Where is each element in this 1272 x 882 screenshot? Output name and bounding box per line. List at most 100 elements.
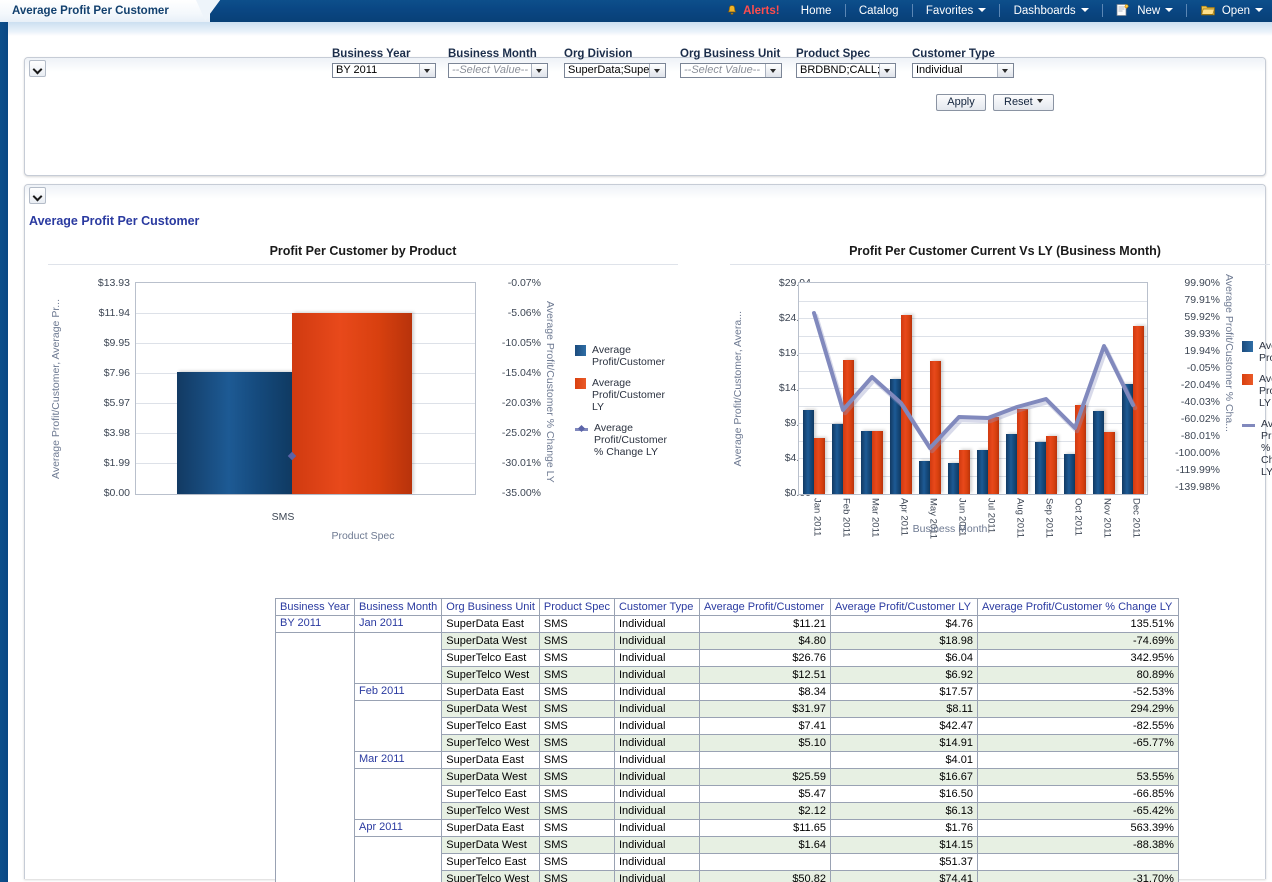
cell-average-profit-customer-ly: $14.91 — [830, 735, 977, 752]
prompt-org-division-value: SuperData;Super — [568, 64, 653, 76]
prompt-buttons: Apply Reset — [936, 94, 1054, 111]
chevron-down-icon — [978, 8, 986, 12]
col-org-business-unit[interactable]: Org Business Unit — [442, 599, 540, 616]
cell-average-profit-customer: $12.51 — [699, 667, 830, 684]
chart2-title: Profit Per Customer Current Vs LY (Busin… — [740, 244, 1270, 258]
table-row[interactable]: SuperTelco WestSMSIndividual$50.82$74.41… — [276, 871, 1179, 882]
chevron-down-icon[interactable] — [997, 64, 1013, 77]
y-tick: $0.00 — [70, 487, 130, 499]
report-data-table: Business Year Business Month Org Busines… — [275, 598, 1179, 882]
cell-average-profit-customer-pct: 294.29% — [977, 701, 1178, 718]
y2-tick: -25.02% — [481, 427, 541, 439]
col-customer-type[interactable]: Customer Type — [614, 599, 699, 616]
y2-tick: 79.91% — [1154, 294, 1220, 306]
table-row[interactable]: Apr 2011SuperData EastSMSIndividual$11.6… — [276, 820, 1179, 837]
chevron-down-icon[interactable] — [765, 64, 781, 77]
prompt-section-collapse-button[interactable] — [29, 60, 46, 77]
cell-product-spec: SMS — [539, 684, 614, 701]
cell-average-profit-customer: $2.12 — [699, 803, 830, 820]
col-average-profit-customer-pct[interactable]: Average Profit/Customer % Change LY — [977, 599, 1178, 616]
table-row[interactable]: SuperTelco EastSMSIndividual$7.41$42.47-… — [276, 718, 1179, 735]
prompt-business-month-label: Business Month — [448, 48, 550, 60]
y2-tick: -139.98% — [1154, 481, 1220, 493]
table-row[interactable]: SuperTelco EastSMSIndividual$5.47$16.50-… — [276, 786, 1179, 803]
legend-item-average-profit-customer[interactable]: Average Profit/Customer — [575, 344, 675, 368]
table-row[interactable]: SuperData WestSMSIndividual$31.97$8.1129… — [276, 701, 1179, 718]
y2-tick: -100.00% — [1154, 447, 1220, 459]
legend-item-average-profit-customer-ly[interactable]: Average Profit/Customer LY — [1242, 373, 1272, 409]
table-row[interactable]: SuperTelco WestSMSIndividual$12.51$6.928… — [276, 667, 1179, 684]
prompt-org-division-select[interactable]: SuperData;Super — [564, 63, 666, 78]
prompt-org-division: Org Division SuperData;Super — [564, 48, 666, 78]
y-tick: $1.99 — [70, 457, 130, 469]
prompt-customer-type-select[interactable]: Individual — [912, 63, 1014, 78]
y-tick: $11.94 — [70, 307, 130, 319]
legend-label: Average Profit/Customer — [1259, 340, 1272, 364]
table-row[interactable]: SuperTelco EastSMSIndividual$51.37 — [276, 854, 1179, 871]
nav-open[interactable]: Open — [1192, 0, 1272, 22]
line-series-pct-change-ly[interactable] — [799, 283, 1149, 496]
table-row[interactable]: SuperData WestSMSIndividual$25.59$16.675… — [276, 769, 1179, 786]
table-row[interactable]: Mar 2011SuperData EastSMSIndividual$4.01 — [276, 752, 1179, 769]
chevron-down-icon — [1037, 99, 1043, 103]
table-row[interactable]: SuperTelco WestSMSIndividual$5.10$14.91-… — [276, 735, 1179, 752]
chevron-down-icon[interactable] — [419, 64, 435, 77]
legend-item-average-profit-customer[interactable]: Average Profit/Customer — [1242, 340, 1272, 364]
cell-average-profit-customer-pct: 342.95% — [977, 650, 1178, 667]
nav-catalog[interactable]: Catalog — [850, 0, 908, 22]
cell-customer-type: Individual — [614, 803, 699, 820]
prompt-business-month-select[interactable]: --Select Value-- — [448, 63, 548, 78]
cell-average-profit-customer-pct: 80.89% — [977, 667, 1178, 684]
apply-button[interactable]: Apply — [936, 94, 986, 111]
alerts-link[interactable]: Alerts! — [718, 0, 789, 22]
table-row[interactable]: SuperData WestSMSIndividual$1.64$14.15-8… — [276, 837, 1179, 854]
legend-line-icon — [1242, 419, 1255, 430]
cell-average-profit-customer-pct: -65.77% — [977, 735, 1178, 752]
legend-item-average-profit-customer-ly[interactable]: Average Profit/Customer LY — [575, 377, 675, 413]
chevron-down-icon[interactable] — [649, 64, 665, 77]
col-business-month[interactable]: Business Month — [355, 599, 442, 616]
table-row[interactable]: SuperData WestSMSIndividual$4.80$18.98-7… — [276, 633, 1179, 650]
report-section-collapse-button[interactable] — [29, 187, 46, 204]
legend-label: Average Profit/Customer LY — [1259, 373, 1272, 409]
col-business-year[interactable]: Business Year — [276, 599, 355, 616]
y2-tick: -15.04% — [481, 367, 541, 379]
nav-new-label: New — [1137, 5, 1160, 17]
y-tick: $5.97 — [70, 397, 130, 409]
col-average-profit-customer[interactable]: Average Profit/Customer — [699, 599, 830, 616]
legend-item-pct-change-ly[interactable]: Average Profit/Customer % Change LY — [1242, 418, 1272, 478]
col-product-spec[interactable]: Product Spec — [539, 599, 614, 616]
chevron-down-icon[interactable] — [879, 64, 895, 77]
prompt-product-spec-select[interactable]: BRDBND;CALL;SM — [796, 63, 896, 78]
cell-org-business-unit: SuperData West — [442, 837, 540, 854]
chevron-down-icon[interactable] — [531, 64, 547, 77]
nav-dashboards[interactable]: Dashboards — [1005, 0, 1098, 22]
prompt-org-business-unit-select[interactable]: --Select Value-- — [680, 63, 782, 78]
table-row[interactable]: SuperTelco EastSMSIndividual$26.76$6.043… — [276, 650, 1179, 667]
cell-business-year — [276, 837, 355, 854]
table-row[interactable]: SuperTelco WestSMSIndividual$2.12$6.13-6… — [276, 803, 1179, 820]
prompt-business-year-select[interactable]: BY 2011 — [332, 63, 436, 78]
chevron-down-icon — [1255, 8, 1263, 12]
nav-home[interactable]: Home — [792, 0, 841, 22]
table-row[interactable]: BY 2011Jan 2011SuperData EastSMSIndividu… — [276, 616, 1179, 633]
table-row[interactable]: Feb 2011SuperData EastSMSIndividual$8.34… — [276, 684, 1179, 701]
chevron-down-icon — [1081, 8, 1089, 12]
cell-average-profit-customer: $5.10 — [699, 735, 830, 752]
cell-average-profit-customer-ly: $51.37 — [830, 854, 977, 871]
cell-product-spec: SMS — [539, 837, 614, 854]
bar-average-profit-customer[interactable] — [177, 372, 292, 494]
nav-new[interactable]: New — [1107, 0, 1182, 22]
nav-favorites[interactable]: Favorites — [917, 0, 995, 22]
cell-average-profit-customer-pct: 135.51% — [977, 616, 1178, 633]
reset-button[interactable]: Reset — [993, 94, 1054, 111]
cell-customer-type: Individual — [614, 735, 699, 752]
col-average-profit-customer-ly[interactable]: Average Profit/Customer LY — [830, 599, 977, 616]
cell-org-business-unit: SuperData East — [442, 684, 540, 701]
table-header-row: Business Year Business Month Org Busines… — [276, 599, 1179, 616]
cell-business-month: Jan 2011 — [355, 616, 442, 633]
cell-business-year — [276, 786, 355, 803]
legend-item-pct-change-ly[interactable]: Average Profit/Customer % Change LY — [575, 422, 675, 458]
dashboard-tab[interactable]: Average Profit Per Customer — [0, 0, 210, 22]
bar-average-profit-customer-ly[interactable] — [292, 313, 412, 494]
